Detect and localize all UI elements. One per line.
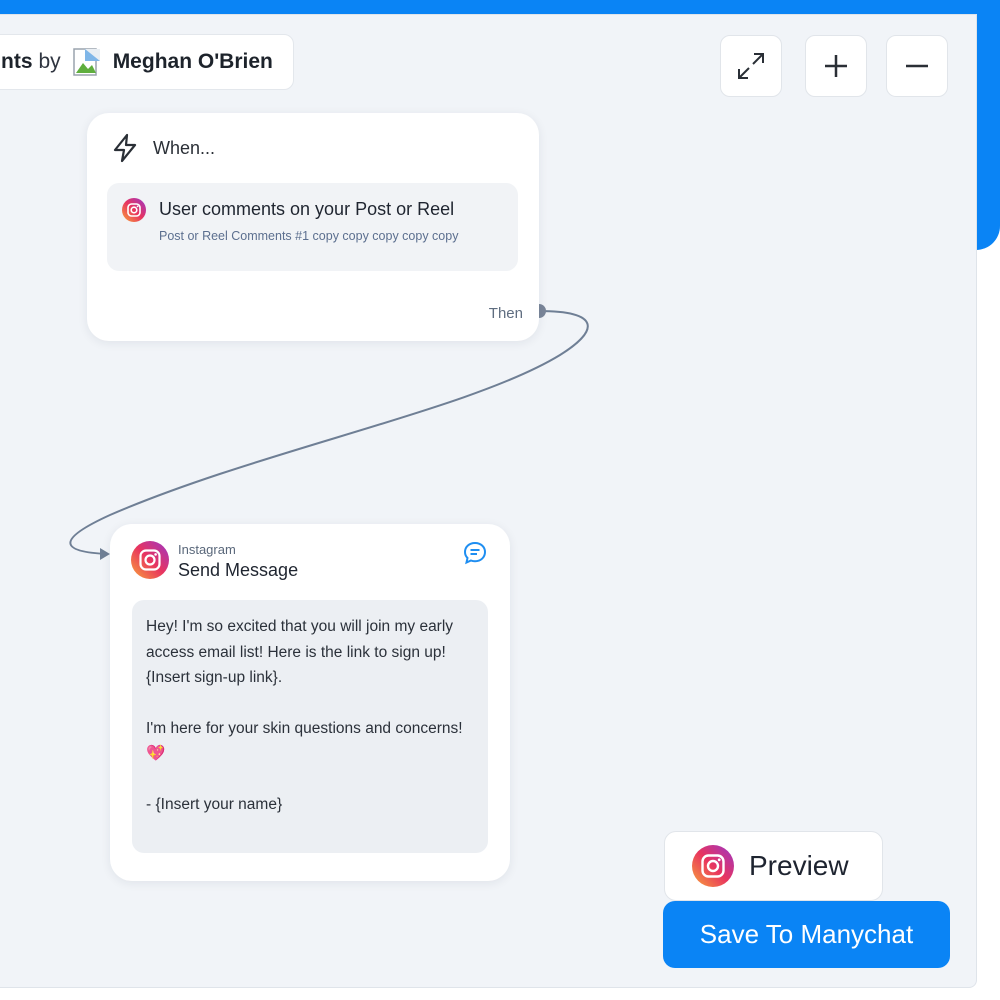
preview-label: Preview (749, 850, 849, 881)
right-accent-edge (976, 0, 1000, 250)
message-paragraph: I'm here for your skin questions and con… (146, 719, 463, 763)
then-label: Then (488, 305, 523, 322)
expand-button[interactable] (720, 35, 782, 97)
instagram-icon (131, 541, 169, 579)
lightning-icon (113, 133, 137, 163)
by-label: by (38, 50, 61, 73)
flow-title-fragment: nts (1, 50, 33, 73)
zoom-in-icon (825, 55, 847, 77)
top-accent-bar (0, 0, 1000, 14)
trigger-card[interactable]: When... User comments on your Post or Re… (87, 113, 539, 341)
zoom-out-button[interactable] (886, 35, 948, 97)
broken-image-icon (72, 48, 100, 76)
instagram-icon (122, 198, 146, 222)
message-paragraph: Hey! I'm so excited that you will join m… (146, 618, 454, 686)
author-pill: nts by Meghan O'Brien (0, 34, 294, 90)
preview-button[interactable]: Preview (664, 831, 883, 901)
trigger-subtitle: Post or Reel Comments #1 copy copy copy … (159, 229, 459, 243)
expand-icon (738, 53, 764, 79)
zoom-out-icon (906, 64, 928, 68)
message-title: Send Message (178, 560, 299, 580)
platform-label: Instagram (178, 542, 236, 557)
avatar (71, 46, 103, 78)
trigger-title: User comments on your Post or Reel (159, 199, 455, 219)
instagram-icon (692, 845, 734, 887)
save-label: Save To Manychat (699, 919, 914, 949)
chat-bubble-icon[interactable] (462, 540, 488, 566)
author-name[interactable]: Meghan O'Brien (113, 50, 273, 74)
zoom-in-button[interactable] (805, 35, 867, 97)
message-body[interactable]: Hey! I'm so excited that you will join m… (132, 600, 488, 853)
send-message-card[interactable]: Instagram Send Message Hey! I'm so excit… (110, 524, 510, 881)
when-row: When... (111, 133, 215, 163)
message-paragraph: - {Insert your name} (146, 795, 283, 813)
save-to-manychat-button[interactable]: Save To Manychat (663, 901, 950, 968)
when-label: When... (153, 137, 216, 158)
trigger-item[interactable]: User comments on your Post or Reel Post … (107, 183, 518, 271)
